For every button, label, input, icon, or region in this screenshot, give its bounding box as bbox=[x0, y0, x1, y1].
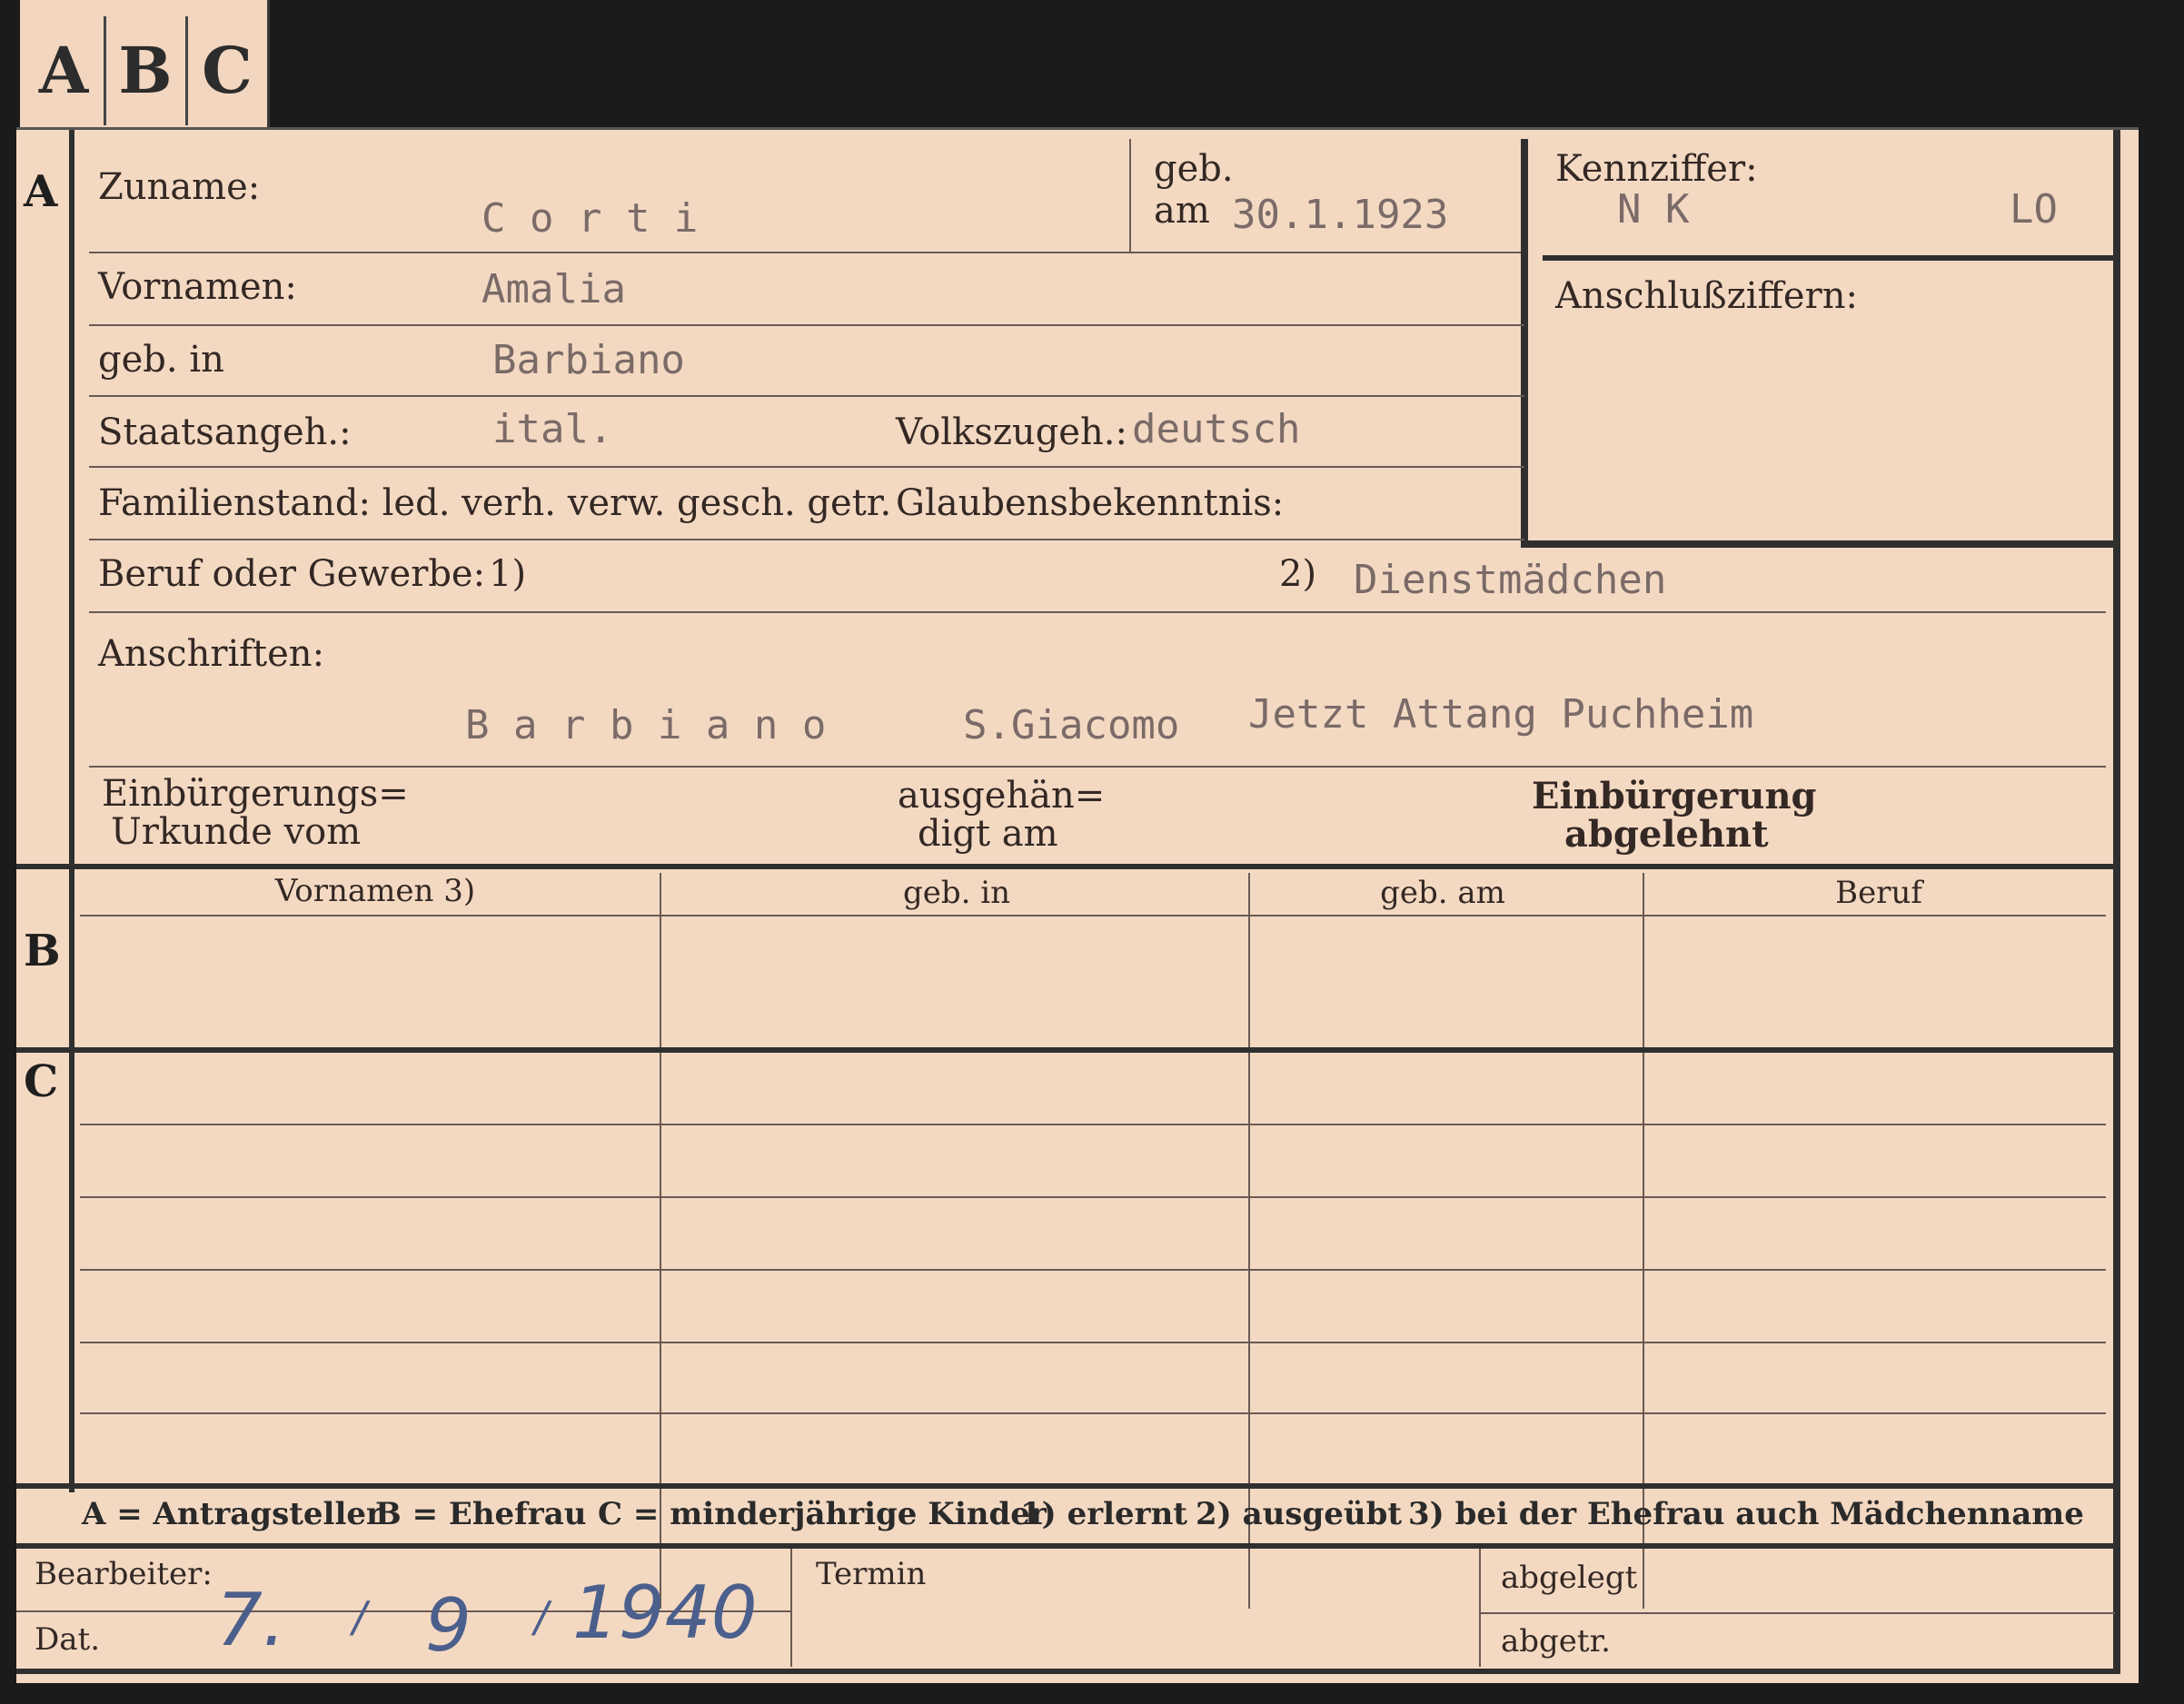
kennziffer-box-bottom bbox=[1521, 540, 2120, 548]
kennziffer-right-value: LO bbox=[2010, 186, 2058, 233]
dat-separator: / bbox=[534, 1592, 549, 1641]
legend-note-1: 1) erlernt bbox=[1020, 1496, 1188, 1532]
volkszugeh-label: Volkszugeh.: bbox=[896, 411, 1127, 453]
am-label: am bbox=[1154, 190, 1210, 232]
termin-label: Termin bbox=[816, 1556, 927, 1592]
row-line bbox=[89, 466, 1524, 468]
note-1-marker: 1) bbox=[489, 553, 527, 595]
tab-b[interactable]: B bbox=[105, 16, 188, 125]
legend-a: A = Antragsteller bbox=[82, 1496, 382, 1532]
section-c-top-border bbox=[16, 1047, 2120, 1053]
beruf-ausgeuebt-value: Dienstmädchen bbox=[1354, 557, 1667, 603]
dat-label: Dat. bbox=[35, 1621, 101, 1658]
register-tabs: A B C bbox=[20, 0, 270, 136]
row-line bbox=[89, 611, 2106, 613]
legend-note-2: 2) ausgeübt bbox=[1196, 1496, 1403, 1532]
ausgehaendigt-label-1: ausgehän= bbox=[898, 775, 1106, 817]
geb-in-value: Barbiano bbox=[492, 337, 685, 383]
dat-month-handwritten: 9 bbox=[425, 1583, 472, 1668]
table-header-line bbox=[80, 915, 2106, 916]
kennziffer-box-left bbox=[1521, 139, 1528, 546]
footer-line bbox=[1479, 1612, 2115, 1614]
legend-bottom-border bbox=[16, 1543, 2120, 1549]
kennziffer-divider bbox=[1543, 255, 2113, 261]
kennziffer-label: Kennziffer: bbox=[1555, 148, 1758, 190]
col-header-geb-am: geb. am bbox=[1380, 875, 1505, 911]
staatsangeh-label: Staatsangeh.: bbox=[98, 411, 352, 453]
row-line bbox=[89, 539, 1524, 540]
dat-separator: / bbox=[352, 1592, 367, 1641]
tab-a[interactable]: A bbox=[24, 16, 106, 125]
section-b-marker: B bbox=[24, 926, 61, 976]
table-row-line bbox=[80, 1196, 2106, 1198]
zuname-value: C o r t i bbox=[481, 195, 699, 242]
vornamen-value: Amalia bbox=[481, 266, 626, 312]
table-row-line bbox=[80, 1124, 2106, 1125]
abgelegt-label: abgelegt bbox=[1501, 1560, 1638, 1596]
col-header-beruf: Beruf bbox=[1835, 875, 1922, 911]
anschriften-label: Anschriften: bbox=[98, 633, 325, 675]
legend-top-border bbox=[16, 1483, 2120, 1489]
geb-in-label: geb. in bbox=[98, 339, 224, 381]
section-a-marker: A bbox=[24, 166, 58, 217]
volkszugeh-value: deutsch bbox=[1132, 406, 1301, 452]
staatsangeh-value: ital. bbox=[492, 406, 613, 452]
anschrift-1-value: B a r b i a n o bbox=[465, 702, 827, 748]
dat-day-handwritten: 7. bbox=[216, 1578, 286, 1662]
geb-label: geb. bbox=[1154, 148, 1234, 190]
col-header-geb-in: geb. in bbox=[902, 875, 1011, 911]
table-row-line bbox=[80, 1269, 2106, 1271]
einbuergerung-urkunde-label-2: Urkunde vom bbox=[111, 811, 362, 853]
beruf-label: Beruf oder Gewerbe: bbox=[98, 553, 486, 595]
einbuergerung-urkunde-label-1: Einbürgerungs= bbox=[102, 773, 409, 815]
geb-am-value: 30.1.1923 bbox=[1232, 192, 1449, 238]
anschlussziffern-label: Anschlußziffern: bbox=[1555, 275, 1858, 317]
kennziffer-left-value: N K bbox=[1617, 186, 1690, 233]
divider bbox=[1129, 139, 1131, 253]
section-c-marker: C bbox=[24, 1056, 59, 1107]
familienstand-label: Familienstand: led. verh. verw. gesch. g… bbox=[98, 482, 892, 524]
row-line bbox=[89, 395, 1524, 397]
anschrift-2-value: S.Giacomo bbox=[963, 702, 1180, 748]
row-line bbox=[89, 324, 1524, 326]
legend-note-3: 3) bei der Ehefrau auch Mädchenname bbox=[1408, 1496, 2084, 1532]
legend-b: B = Ehefrau bbox=[375, 1496, 587, 1532]
table-row-line bbox=[80, 1342, 2106, 1343]
tab-c[interactable]: C bbox=[187, 16, 267, 125]
col-header-vornamen: Vornamen 3) bbox=[274, 873, 476, 909]
bearbeiter-label: Bearbeiter: bbox=[35, 1556, 213, 1592]
registration-card: A Zuname: C o r t i geb. am 30.1.1923 Ke… bbox=[16, 127, 2139, 1683]
note-2-marker: 2) bbox=[1279, 553, 1317, 595]
table-row-line bbox=[80, 1412, 2106, 1414]
zuname-label: Zuname: bbox=[98, 166, 261, 208]
section-b-top-border bbox=[16, 864, 2120, 869]
row-line bbox=[89, 766, 2106, 768]
abgetr-label: abgetr. bbox=[1501, 1623, 1611, 1659]
einbuergerung-abgelehnt-label-2: abgelehnt bbox=[1564, 813, 1769, 856]
vornamen-label: Vornamen: bbox=[98, 266, 297, 308]
einbuergerung-abgelehnt-label-1: Einbürgerung bbox=[1532, 775, 1817, 817]
glaubensbekenntnis-label: Glaubensbekenntnis: bbox=[896, 482, 1285, 524]
footer-divider bbox=[1479, 1549, 1481, 1667]
ausgehaendigt-label-2: digt am bbox=[918, 813, 1058, 855]
anschrift-3-value: Jetzt Attang Puchheim bbox=[1248, 691, 1754, 738]
footer-divider bbox=[790, 1549, 792, 1667]
row-line bbox=[89, 252, 1524, 253]
dat-year-handwritten: 1940 bbox=[572, 1570, 758, 1655]
legend-c: C = minderjährige Kinder bbox=[598, 1496, 1047, 1532]
card-bottom-border bbox=[16, 1669, 2120, 1674]
left-border bbox=[69, 130, 74, 1492]
